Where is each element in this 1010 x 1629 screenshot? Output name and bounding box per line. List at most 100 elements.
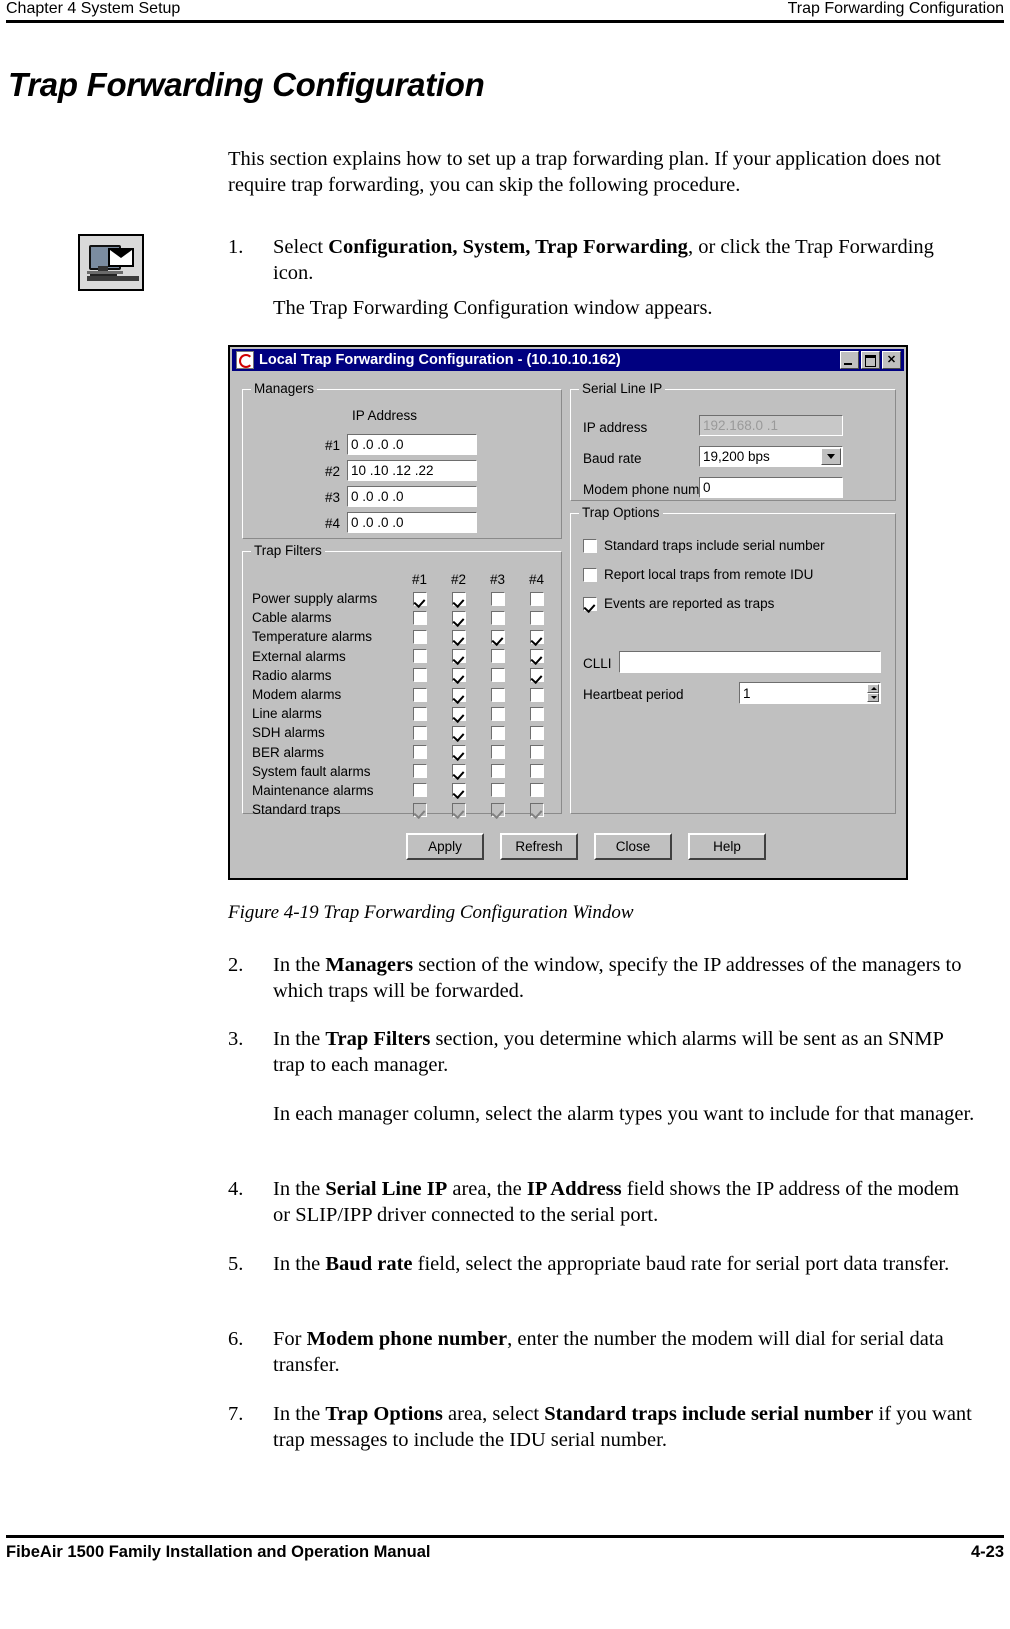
trap-filter-cell[interactable] [478,783,517,798]
trap-filter-cell[interactable] [517,629,556,644]
clli-input[interactable] [619,651,881,673]
checkbox-modem-alarms-mgr4[interactable] [529,687,544,702]
trap-filter-cell[interactable] [400,591,439,606]
trap-filter-cell[interactable] [517,591,556,606]
close-dialog-button[interactable]: Close [594,833,672,860]
trap-filter-cell[interactable] [400,783,439,798]
checkbox-external-alarms-mgr4[interactable] [529,649,544,664]
option-standard-traps-serial-number[interactable]: Standard traps include serial number [583,538,825,553]
trap-filter-cell[interactable] [478,610,517,625]
checkbox-external-alarms-mgr3[interactable] [490,649,505,664]
maximize-button[interactable] [861,351,880,369]
checkbox-power-supply-alarms-mgr3[interactable] [490,591,505,606]
checkbox-sdh-alarms-mgr3[interactable] [490,725,505,740]
checkbox-radio-alarms-mgr3[interactable] [490,668,505,683]
heartbeat-period-input[interactable]: 1 [739,682,881,704]
trap-filter-cell[interactable] [400,629,439,644]
manager-1-ip-input[interactable]: 0 .0 .0 .0 [347,434,477,455]
trap-filter-cell[interactable] [517,764,556,779]
trap-filter-cell[interactable] [439,764,478,779]
trap-filter-cell[interactable] [439,668,478,683]
trap-filter-cell[interactable] [517,745,556,760]
checkbox-system-fault-alarms-mgr4[interactable] [529,764,544,779]
trap-filter-cell[interactable] [517,649,556,664]
dialog-titlebar[interactable]: Local Trap Forwarding Configuration - (1… [232,349,904,371]
checkbox-temperature-alarms-mgr2[interactable] [451,629,466,644]
checkbox-cable-alarms-mgr2[interactable] [451,610,466,625]
trap-filter-cell[interactable] [517,725,556,740]
checkbox-radio-alarms-mgr1[interactable] [412,668,427,683]
checkbox-line-alarms-mgr2[interactable] [451,706,466,721]
trap-filter-cell[interactable] [478,706,517,721]
option-report-local-traps[interactable]: Report local traps from remote IDU [583,567,813,582]
trap-filter-cell[interactable] [439,725,478,740]
trap-filter-cell[interactable] [400,610,439,625]
trap-filter-cell[interactable] [439,629,478,644]
checkbox-temperature-alarms-mgr3[interactable] [490,629,505,644]
checkbox-line-alarms-mgr3[interactable] [490,706,505,721]
checkbox-power-supply-alarms-mgr2[interactable] [451,591,466,606]
checkbox-sdh-alarms-mgr2[interactable] [451,725,466,740]
trap-filter-cell[interactable] [439,706,478,721]
minimize-button[interactable] [840,351,859,369]
checkbox-line-alarms-mgr4[interactable] [529,706,544,721]
trap-filter-cell[interactable] [439,610,478,625]
trap-filter-cell[interactable] [400,745,439,760]
checkbox-ber-alarms-mgr2[interactable] [451,745,466,760]
checkbox-power-supply-alarms-mgr4[interactable] [529,591,544,606]
manager-4-ip-input[interactable]: 0 .0 .0 .0 [347,512,477,533]
checkbox-cable-alarms-mgr3[interactable] [490,610,505,625]
trap-filter-cell[interactable] [517,687,556,702]
heartbeat-period-spinner[interactable] [867,684,879,702]
trap-filter-cell[interactable] [400,764,439,779]
trap-filter-cell[interactable] [439,783,478,798]
checkbox-cable-alarms-mgr4[interactable] [529,610,544,625]
baud-rate-combobox[interactable]: 19,200 bps [699,446,843,467]
trap-filter-cell[interactable] [400,706,439,721]
checkbox-sdh-alarms-mgr4[interactable] [529,725,544,740]
trap-filter-cell[interactable] [439,591,478,606]
checkbox-maintenance-alarms-mgr2[interactable] [451,783,466,798]
trap-filter-cell[interactable] [400,649,439,664]
manager-2-ip-input[interactable]: 10 .10 .12 .22 [347,460,477,481]
trap-filter-cell[interactable] [439,649,478,664]
checkbox-standard-traps-serial-number[interactable] [583,538,597,553]
checkbox-radio-alarms-mgr2[interactable] [451,668,466,683]
checkbox-line-alarms-mgr1[interactable] [412,706,427,721]
checkbox-sdh-alarms-mgr1[interactable] [412,725,427,740]
trap-forwarding-configuration-dialog[interactable]: Local Trap Forwarding Configuration - (1… [228,345,908,880]
checkbox-power-supply-alarms-mgr1[interactable] [412,591,427,606]
trap-filter-cell[interactable] [400,725,439,740]
trap-filter-cell[interactable] [400,687,439,702]
option-events-reported-as-traps[interactable]: Events are reported as traps [583,596,774,611]
checkbox-events-reported-as-traps[interactable] [583,596,597,611]
trap-filter-cell[interactable] [478,687,517,702]
checkbox-report-local-traps[interactable] [583,567,597,582]
trap-filter-cell[interactable] [517,610,556,625]
trap-filter-cell[interactable] [517,783,556,798]
checkbox-ber-alarms-mgr4[interactable] [529,745,544,760]
checkbox-external-alarms-mgr2[interactable] [451,649,466,664]
checkbox-radio-alarms-mgr4[interactable] [529,668,544,683]
checkbox-maintenance-alarms-mgr4[interactable] [529,783,544,798]
checkbox-modem-alarms-mgr3[interactable] [490,687,505,702]
trap-filter-cell[interactable] [478,649,517,664]
checkbox-system-fault-alarms-mgr2[interactable] [451,764,466,779]
trap-filter-cell[interactable] [478,745,517,760]
checkbox-system-fault-alarms-mgr1[interactable] [412,764,427,779]
trap-filter-cell[interactable] [517,706,556,721]
chevron-down-icon[interactable] [821,448,841,465]
checkbox-cable-alarms-mgr1[interactable] [412,610,427,625]
trap-filter-cell[interactable] [478,668,517,683]
checkbox-system-fault-alarms-mgr3[interactable] [490,764,505,779]
checkbox-ber-alarms-mgr1[interactable] [412,745,427,760]
trap-filter-cell[interactable] [478,591,517,606]
manager-3-ip-input[interactable]: 0 .0 .0 .0 [347,486,477,507]
trap-filter-cell[interactable] [478,629,517,644]
trap-filter-cell[interactable] [517,668,556,683]
trap-filter-cell[interactable] [478,725,517,740]
checkbox-temperature-alarms-mgr4[interactable] [529,629,544,644]
trap-filter-cell[interactable] [439,687,478,702]
checkbox-modem-alarms-mgr1[interactable] [412,687,427,702]
checkbox-modem-alarms-mgr2[interactable] [451,687,466,702]
